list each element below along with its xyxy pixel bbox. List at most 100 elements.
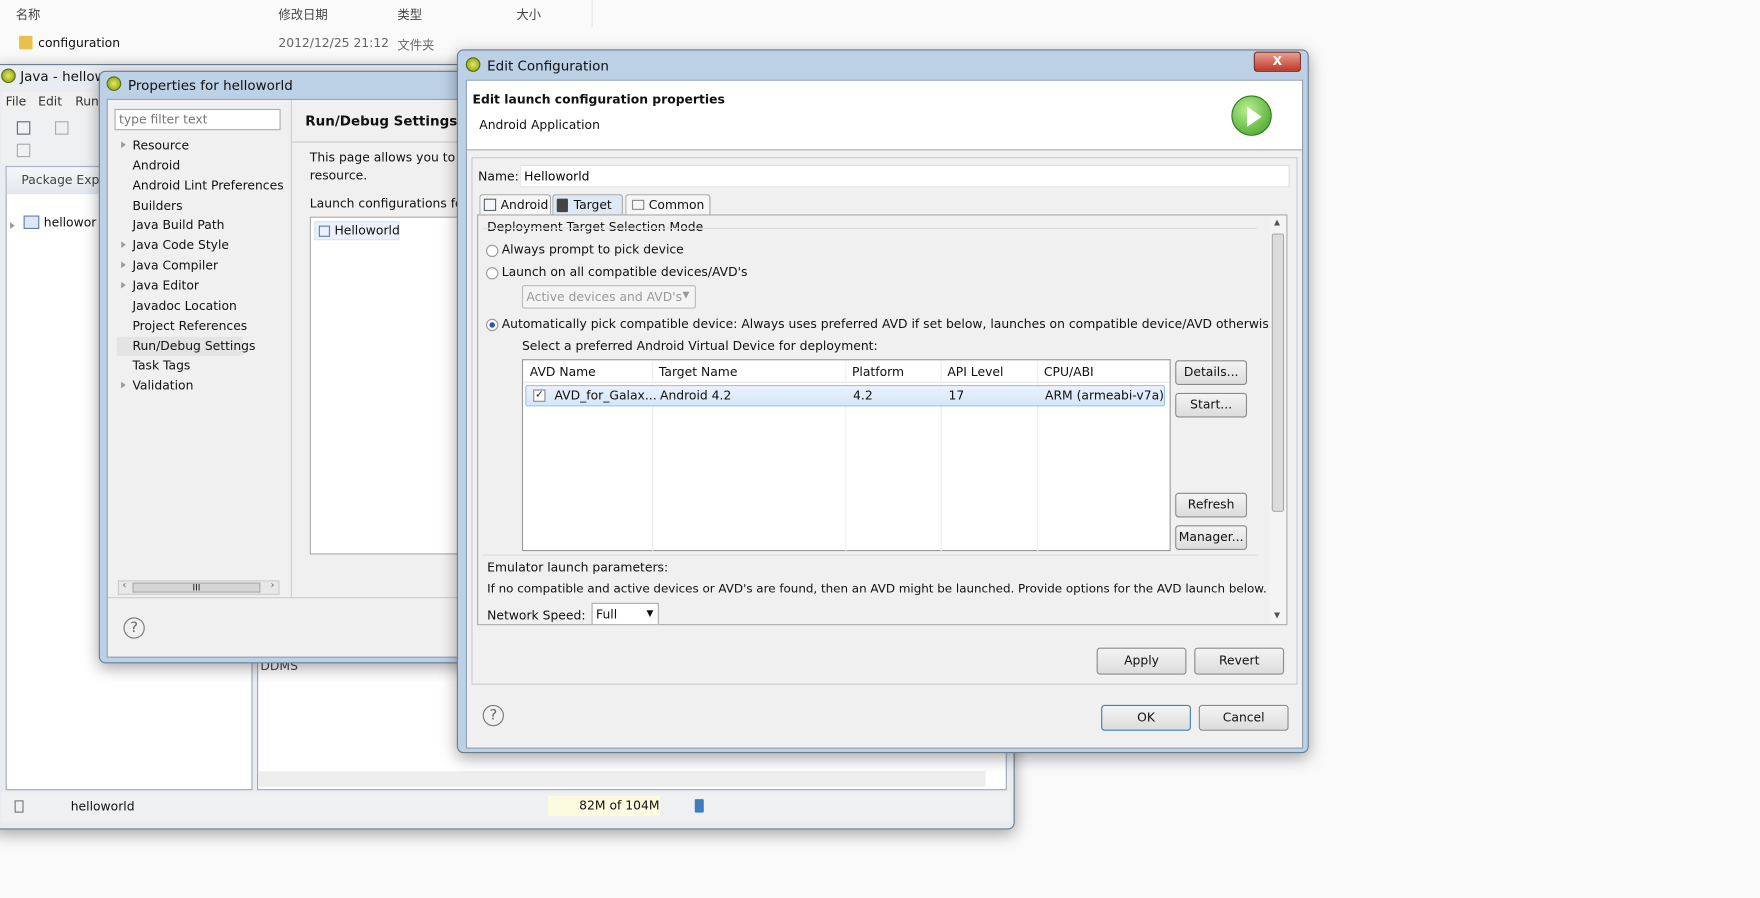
properties-dialog: Properties for helloworld Resource Androi… [98,70,483,664]
network-speed-combo[interactable]: Full ▼ [591,602,659,625]
apply-button[interactable]: Apply [1096,647,1187,675]
properties-tree-item[interactable]: Android [117,156,285,175]
tree-item-label: Builders [132,198,183,213]
details-button[interactable]: Details... [1175,360,1248,386]
name-input[interactable] [519,165,1290,188]
expand-arrow-icon[interactable] [121,277,126,292]
properties-tree-item[interactable]: Task Tags [117,356,285,375]
package-explorer-tab[interactable]: Package Exp [21,173,99,188]
eclipse-icon [1,68,16,84]
radio-always-prompt[interactable] [486,244,499,258]
properties-tree-item[interactable]: Validation [117,376,285,395]
tree-item-label: Java Editor [132,278,200,293]
avd-select-label: Select a preferred Android Virtual Devic… [521,338,878,354]
properties-tree-item[interactable]: Android Lint Preferences [117,176,285,195]
radio-always-prompt-label[interactable]: Always prompt to pick device [502,242,684,257]
project-icon [23,215,40,229]
launch-config-list: Helloworld [309,216,479,555]
properties-tree-item[interactable]: Javadoc Location [117,296,285,315]
refresh-button[interactable]: Refresh [1175,492,1248,518]
avd-checkbox[interactable]: ✓ [533,389,546,402]
vertical-scrollbar[interactable]: ▲ ▼ [1269,215,1287,625]
menu-file[interactable]: File [6,94,27,109]
menu-run[interactable]: Run [75,94,99,109]
tree-item-label: Javadoc Location [132,298,237,313]
horizontal-scrollbar[interactable] [258,771,986,787]
combo-value: Active devices and AVD's [526,289,683,305]
expand-arrow-icon[interactable] [121,257,126,272]
ok-button[interactable]: OK [1101,704,1191,731]
properties-title: Properties for helloworld [127,77,293,94]
tree-expand-icon[interactable] [10,218,15,233]
avd-cell: ARM (armeabi-v7a) [1045,388,1164,403]
avd-table-row[interactable]: ✓ AVD_for_Galax... Android 4.2 4.2 17 ARM (ar… [525,385,1166,407]
column-name[interactable]: 名称 [16,6,41,24]
save-icon[interactable] [55,121,69,135]
dialog-header: Edit launch configuration properties And… [466,80,1303,151]
network-speed-value: Full [596,607,618,622]
new-element-icon[interactable] [14,800,24,813]
avd-table: AVD Name Target Name Platform API Level CPU/… [521,359,1171,552]
close-icon: X [1272,53,1283,69]
scrollbar-thumb[interactable] [1271,233,1285,512]
header-title: Edit launch configuration properties [472,92,725,107]
radio-launch-all-label[interactable]: Launch on all compatible devices/AVD's [502,265,748,280]
edit-configuration-dialog: Edit Configuration X Edit launch configu… [456,49,1309,754]
help-icon[interactable]: ? [123,617,145,639]
properties-tree-item[interactable]: Java Compiler [117,256,285,275]
properties-tree-item[interactable]: Project References [117,316,285,335]
filter-input[interactable] [114,108,281,131]
heap-status[interactable]: 82M of 104M [547,795,661,817]
tree-horizontal-scrollbar[interactable]: ‹ III › [117,580,280,595]
cancel-button[interactable]: Cancel [1198,704,1289,731]
close-button[interactable]: X [1253,51,1301,72]
properties-tree-item[interactable]: Java Build Path [117,216,285,235]
emulator-description: If no compatible and active devices or A… [487,582,1267,597]
launch-config-item[interactable]: Helloworld [314,221,400,241]
tab-android[interactable]: Android [479,194,552,215]
column-header[interactable]: CPU/ABI [1044,365,1094,380]
tab-common[interactable]: Common [625,194,711,215]
radio-auto-pick-label[interactable]: Automatically pick compatible device: Al… [502,317,1281,332]
expand-arrow-icon[interactable] [121,237,126,252]
properties-tree-item[interactable]: Resource [117,136,285,155]
common-tab-icon [631,199,645,210]
radio-launch-all[interactable] [486,267,499,280]
expand-arrow-icon[interactable] [121,137,126,152]
column-type[interactable]: 类型 [397,6,422,24]
tree-item-label: Validation [132,378,194,394]
page-description-2: resource. [309,168,368,183]
start-button[interactable]: Start... [1175,392,1248,418]
new-icon[interactable] [16,121,31,135]
expand-arrow-icon[interactable] [121,377,126,392]
properties-tree-item[interactable]: Java Code Style [117,236,285,255]
revert-button[interactable]: Revert [1194,647,1285,675]
properties-tree-item[interactable]: Java Editor [117,276,285,295]
active-devices-combo[interactable]: Active devices and AVD's ▼ [521,285,696,309]
refactor-icon[interactable] [16,143,31,158]
garbage-collect-icon[interactable] [694,799,704,813]
properties-tree: Resource Android Android Lint Preferences B… [116,136,292,585]
column-date[interactable]: 修改日期 [278,6,327,24]
status-project: helloworld [70,799,135,814]
radio-auto-pick[interactable] [486,318,499,332]
properties-tree-item[interactable]: Builders [117,196,285,215]
project-tree-item[interactable]: hellowor [44,216,97,231]
manager-button[interactable]: Manager... [1175,525,1248,551]
column-header[interactable]: AVD Name [530,365,596,380]
properties-tree-item[interactable]: Run/Debug Settings [116,336,255,356]
avd-cell: Android 4.2 [660,388,732,403]
network-speed-label: Network Speed: [487,608,586,623]
eclipse-icon [106,76,122,91]
column-size[interactable]: 大小 [516,6,541,24]
menu-edit[interactable]: Edit [38,94,62,109]
header-subtitle: Android Application [479,117,600,133]
column-header[interactable]: API Level [947,365,1003,380]
tab-target[interactable]: Target [552,194,623,216]
run-icon [1231,95,1272,136]
android-tab-icon [483,198,497,212]
help-icon[interactable]: ? [482,704,504,727]
scroll-thumb[interactable]: III [132,582,261,593]
column-header[interactable]: Platform [852,365,904,380]
column-header[interactable]: Target Name [659,365,738,380]
